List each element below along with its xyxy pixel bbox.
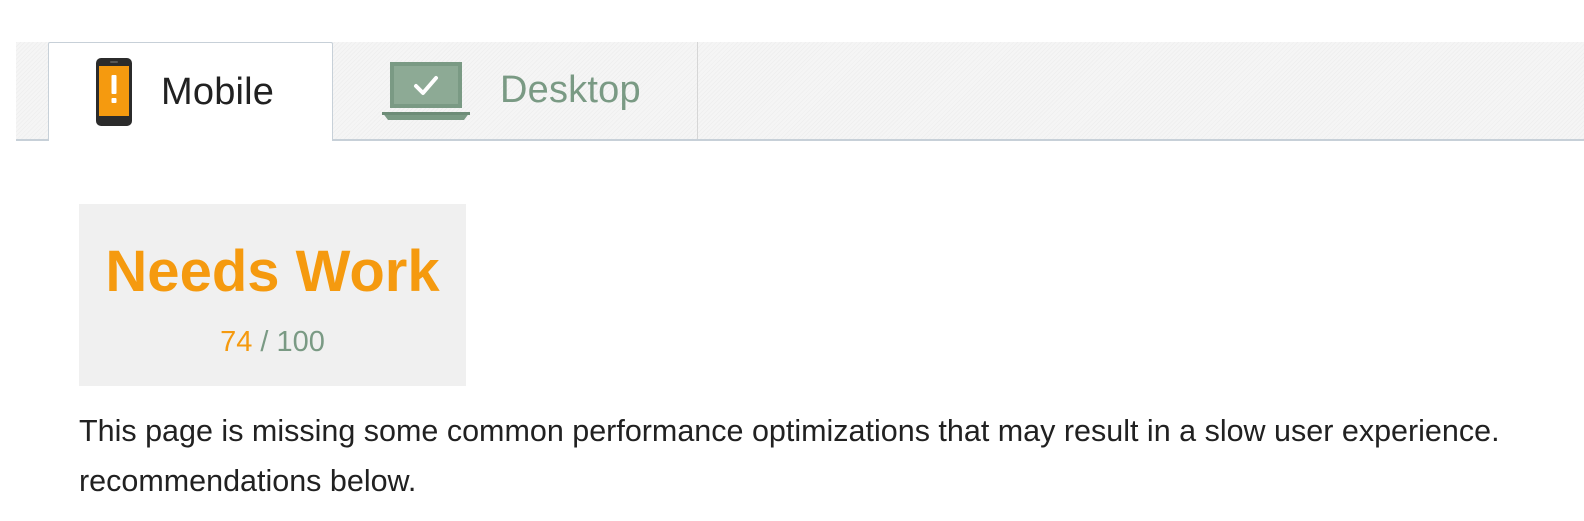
tab-mobile[interactable]: Mobile [48,42,333,141]
score-value: 74 [220,326,253,358]
score-status: Needs Work [105,239,440,304]
summary-description-line-1: This page is missing some common perform… [79,414,1500,448]
pagespeed-results-page: Mobile Desktop Needs Work 74 / 100 This [0,0,1584,521]
score-max: 100 [276,326,325,358]
summary-description: This page is missing some common perform… [79,406,1584,506]
score-separator: / [260,326,269,358]
tab-mobile-label: Mobile [161,70,275,113]
score-line: 74 / 100 [79,324,466,360]
score-summary-box: Needs Work 74 / 100 [79,204,466,386]
summary-description-line-2: recommendations below. [79,464,417,498]
laptop-check-icon [380,60,472,122]
device-tab-bar: Mobile Desktop [16,42,1584,141]
mobile-warning-icon [95,57,133,127]
tab-desktop-label: Desktop [500,69,641,111]
tab-desktop[interactable]: Desktop [333,42,698,139]
